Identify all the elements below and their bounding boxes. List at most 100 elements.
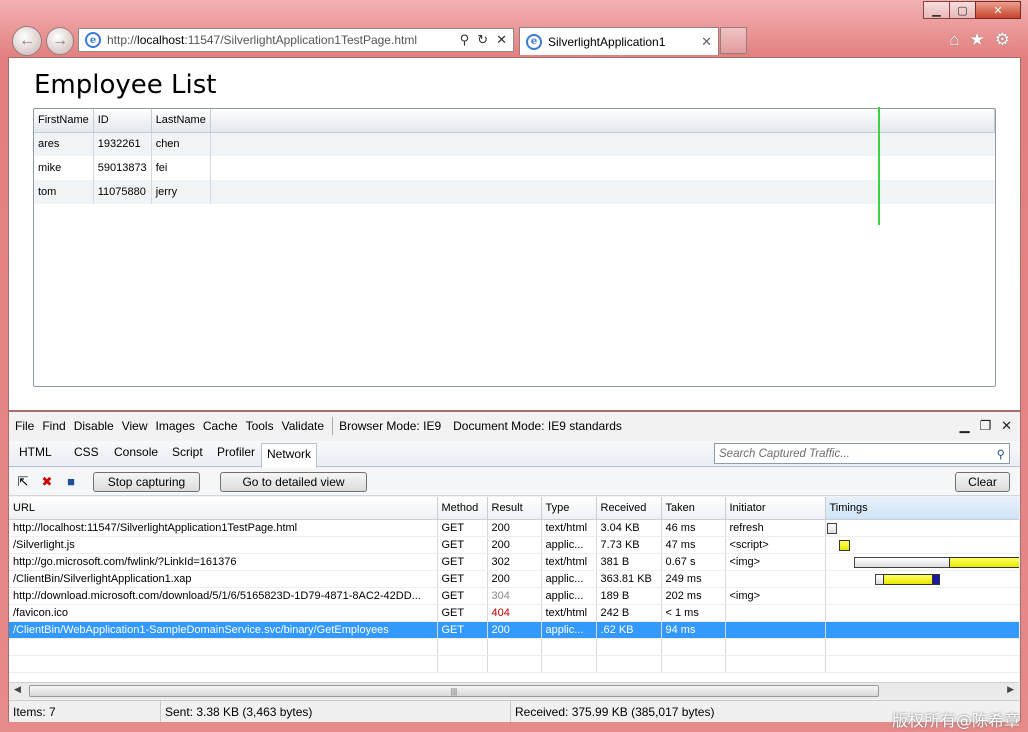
status-items: Items: 7 <box>9 701 161 722</box>
gear-icon[interactable]: ⚙ <box>995 30 1010 50</box>
document-mode[interactable]: Document Mode: IE9 standards <box>453 419 622 433</box>
horizontal-scrollbar[interactable]: ◀ ||| ▶ <box>9 682 1019 699</box>
cell-url: http://localhost:11547/SilverlightApplic… <box>9 519 438 537</box>
cell-type: applic... <box>541 587 597 605</box>
stop-capturing-button[interactable]: Stop capturing <box>93 471 200 492</box>
table-row[interactable]: /Silverlight.js GET 200 applic... 7.73 K… <box>9 536 1019 554</box>
cell-id: 1932261 <box>93 132 152 156</box>
minimize-button[interactable]: ▁ <box>923 1 950 19</box>
menu-view[interactable]: View <box>122 419 148 433</box>
cell-received: 189 B <box>596 587 662 605</box>
employee-datagrid[interactable]: FirstName ID LastName ares 1932261 chen … <box>33 108 996 387</box>
status-received: Received: 375.99 KB (385,017 bytes) <box>515 704 715 719</box>
tab-html[interactable]: HTML <box>19 445 52 459</box>
menu-find[interactable]: Find <box>42 419 65 433</box>
close-button[interactable]: ✕ <box>975 1 1021 19</box>
page-title: Employee List <box>34 70 217 100</box>
maximize-button[interactable]: ▢ <box>949 1 976 19</box>
forward-arrow-icon: → <box>52 32 68 49</box>
table-row[interactable]: ares 1932261 chen <box>34 132 995 156</box>
cell-method: GET <box>437 621 488 639</box>
back-button[interactable]: ← <box>12 26 42 56</box>
cell-received: .62 KB <box>596 621 662 639</box>
column-header-lastname[interactable]: LastName <box>151 109 211 133</box>
clear-cache-icon[interactable]: ✖ <box>39 474 55 490</box>
tab-profiler[interactable]: Profiler <box>217 445 255 459</box>
cell-lastname: fei <box>151 156 211 180</box>
cell-received: 242 B <box>596 604 662 622</box>
browser-tab[interactable]: e SilverlightApplication1 ✕ <box>519 27 719 55</box>
select-element-cursor-icon[interactable]: ⇱ <box>15 474 31 490</box>
cell-initiator: <img> <box>725 587 826 605</box>
devtools-close-icon[interactable]: ✕ <box>1001 418 1012 434</box>
cell-filler <box>210 132 995 156</box>
menu-disable[interactable]: Disable <box>74 419 114 433</box>
tab-script[interactable]: Script <box>172 445 203 459</box>
tab-css[interactable]: CSS <box>74 445 99 459</box>
column-header-result[interactable]: Result <box>487 497 542 520</box>
url-host: localhost <box>137 33 185 47</box>
devtools-minimize-icon[interactable]: ▁ <box>959 418 969 434</box>
clear-button[interactable]: Clear <box>955 472 1010 492</box>
table-row[interactable]: http://go.microsoft.com/fwlink/?LinkId=1… <box>9 553 1019 571</box>
refresh-icon[interactable]: ↻ <box>477 32 488 48</box>
menu-file[interactable]: File <box>15 419 34 433</box>
tab-console[interactable]: Console <box>114 445 158 459</box>
home-icon[interactable]: ⌂ <box>949 30 959 50</box>
menu-tools[interactable]: Tools <box>246 419 274 433</box>
cell-method: GET <box>437 604 488 622</box>
table-row[interactable]: http://download.microsoft.com/download/5… <box>9 587 1019 605</box>
scroll-right-arrow-icon[interactable]: ▶ <box>1007 684 1014 695</box>
column-header-method[interactable]: Method <box>437 497 488 520</box>
cell-taken: 249 ms <box>661 570 726 588</box>
column-header-received[interactable]: Received <box>596 497 662 520</box>
favorites-star-icon[interactable]: ★ <box>970 30 985 50</box>
grip-icon: ||| <box>450 686 458 696</box>
search-icon[interactable]: ⚲ <box>460 32 470 48</box>
tab-network[interactable]: Network <box>261 443 318 468</box>
save-icon[interactable]: ■ <box>63 474 79 490</box>
browser-mode[interactable]: Browser Mode: IE9 <box>339 419 441 433</box>
cell-url: http://download.microsoft.com/download/5… <box>9 587 438 605</box>
column-header-url[interactable]: URL <box>9 497 438 520</box>
scrollbar-thumb[interactable]: ||| <box>29 685 879 697</box>
cell-initiator <box>725 621 826 639</box>
network-request-table[interactable]: URL Method Result Type Received Taken In… <box>9 497 1019 682</box>
column-header-timings[interactable]: Timings <box>825 497 1019 520</box>
status-sent: Sent: 3.38 KB (3,463 bytes) <box>161 701 511 722</box>
table-row[interactable]: /favicon.ico GET 404 text/html 242 B < 1… <box>9 604 1019 622</box>
cell-result: 304 <box>487 587 542 605</box>
cell-method: GET <box>437 587 488 605</box>
menu-images[interactable]: Images <box>156 419 195 433</box>
url-path: :11547/SilverlightApplication1TestPage.h… <box>184 33 417 47</box>
menu-validate[interactable]: Validate <box>282 419 324 433</box>
cell-url: /Silverlight.js <box>9 536 438 554</box>
go-to-detailed-view-button[interactable]: Go to detailed view <box>220 471 367 492</box>
stop-icon[interactable]: ✕ <box>496 32 507 48</box>
table-row-selected[interactable]: /ClientBin/WebApplication1-SampleDomainS… <box>9 621 1019 639</box>
column-header-firstname[interactable]: FirstName <box>34 109 94 133</box>
network-status-bar: Items: 7 Sent: 3.38 KB (3,463 bytes) Rec… <box>9 700 1019 722</box>
table-row[interactable]: mike 59013873 fei <box>34 156 995 180</box>
scroll-left-arrow-icon[interactable]: ◀ <box>14 684 21 695</box>
forward-button[interactable]: → <box>46 27 74 55</box>
devtools-undock-icon[interactable]: ❐ <box>979 418 991 434</box>
column-header-filler <box>210 109 996 133</box>
table-row[interactable]: http://localhost:11547/SilverlightApplic… <box>9 519 1019 537</box>
column-header-type[interactable]: Type <box>541 497 597 520</box>
table-row[interactable]: tom 11075880 jerry <box>34 180 995 204</box>
column-header-taken[interactable]: Taken <box>661 497 726 520</box>
cell-timings <box>825 519 1019 537</box>
address-url[interactable]: http://localhost:11547/SilverlightApplic… <box>107 33 454 47</box>
new-tab-button[interactable] <box>720 27 747 54</box>
cell-filler <box>210 156 994 180</box>
table-row[interactable]: /ClientBin/SilverlightApplication1.xap G… <box>9 570 1019 588</box>
search-captured-traffic-input[interactable]: Search Captured Traffic... ⚲ <box>714 443 1010 464</box>
tab-close-icon[interactable]: ✕ <box>701 34 712 50</box>
menu-cache[interactable]: Cache <box>203 419 238 433</box>
cell-type: text/html <box>541 604 597 622</box>
column-header-initiator[interactable]: Initiator <box>725 497 826 520</box>
address-bar[interactable]: e http://localhost:11547/SilverlightAppl… <box>78 28 514 52</box>
search-icon[interactable]: ⚲ <box>997 447 1005 461</box>
column-header-id[interactable]: ID <box>93 109 152 133</box>
